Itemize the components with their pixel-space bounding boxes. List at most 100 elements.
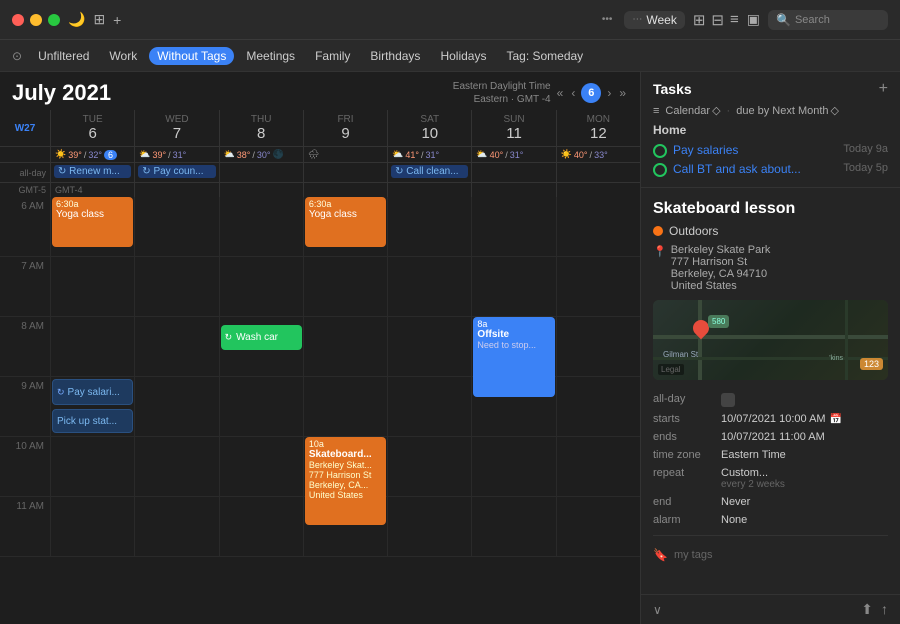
filter-tag-someday[interactable]: Tag: Someday [498,47,591,65]
close-button[interactable] [12,14,24,26]
task-time-bt: Today 5p [843,162,888,174]
sidebar-icon[interactable]: ▣ [747,11,760,28]
time-cell-sat-9[interactable] [387,377,471,436]
time-cell-sat-10[interactable] [387,437,471,496]
time-cell-tue-9[interactable]: ↻ Pay salari... Pick up stat... [50,377,134,436]
weather-mon: ☀️ 40°/33° [556,147,640,162]
filter-without-tags[interactable]: Without Tags [149,47,234,65]
event-yoga-tue[interactable]: 6:30a Yoga class [52,197,133,247]
allday-event-pay[interactable]: ↻ Pay coun... [138,165,215,178]
time-cell-mon-8[interactable] [556,317,640,376]
filterbar: ⊙ Unfiltered Work Without Tags Meetings … [0,40,900,72]
time-cell-mon-6[interactable] [556,197,640,256]
filter-holidays[interactable]: Holidays [432,47,494,65]
nav-forward-forward[interactable]: » [617,86,628,100]
time-cell-sun-6[interactable] [471,197,555,256]
task-pay-salaries[interactable]: Pay salaries Today 9a [653,141,888,160]
time-label-10am: 10 AM [0,437,50,496]
time-cell-wed-8[interactable] [134,317,218,376]
location-line4: United States [671,280,771,292]
today-button[interactable]: 6 [581,83,601,103]
add-icon[interactable]: + [113,12,121,28]
time-cell-mon-10[interactable] [556,437,640,496]
tags-row[interactable]: 🔖 my tags [653,542,888,568]
time-cell-mon-9[interactable] [556,377,640,436]
time-cell-sat-8[interactable] [387,317,471,376]
time-cell-sun-7[interactable] [471,257,555,316]
time-cell-fri-7[interactable] [303,257,387,316]
minimize-button[interactable] [30,14,42,26]
allday-event-call[interactable]: ↻ Call clean... [391,165,468,178]
time-cell-thu-8[interactable]: ↻ Wash car [219,317,303,376]
time-cell-sun-11[interactable] [471,497,555,556]
time-cell-sun-8[interactable]: 8a Offsite Need to stop... [471,317,555,376]
event-yoga-fri[interactable]: 6:30a Yoga class [305,197,386,247]
time-cell-fri-8[interactable] [303,317,387,376]
time-cell-thu-10[interactable] [219,437,303,496]
filter-work[interactable]: Work [101,47,145,65]
tasks-add-button[interactable]: + [879,80,888,98]
week-view-selector[interactable]: ⋯ Week [624,11,684,29]
task-call-bt[interactable]: Call BT and ask about... Today 5p [653,160,888,179]
detail-ends: ends 10/07/2021 11:00 AM [653,428,888,446]
event-offsite[interactable]: 8a Offsite Need to stop... [473,317,554,397]
time-cell-wed-11[interactable] [134,497,218,556]
share-icon[interactable]: ⬆ [861,601,873,618]
time-cell-tue-7[interactable] [50,257,134,316]
allday-sat: ↻ Call clean... [387,163,471,182]
time-cell-sat-7[interactable] [387,257,471,316]
allday-event-renew[interactable]: ↻ Renew m... [54,165,131,178]
filter-family[interactable]: Family [307,47,358,65]
time-cell-tue-11[interactable] [50,497,134,556]
time-cell-mon-7[interactable] [556,257,640,316]
starts-label: starts [653,413,713,425]
time-cell-thu-11[interactable] [219,497,303,556]
grid-icon[interactable]: ⊞ [693,11,706,29]
time-grid: 6 AM 6:30a Yoga class 6:30a Yoga class [0,197,640,624]
time-cell-fri-6[interactable]: 6:30a Yoga class [303,197,387,256]
search-box[interactable]: 🔍 Search [768,10,888,30]
calendar-icon[interactable]: 📅 [830,414,842,425]
nav-back[interactable]: ‹ [569,86,577,100]
time-cell-thu-7[interactable] [219,257,303,316]
event-pickup-stat[interactable]: Pick up stat... [52,409,133,433]
time-cell-mon-11[interactable] [556,497,640,556]
time-cell-wed-7[interactable] [134,257,218,316]
chevron-down-icon[interactable]: ∨ [653,603,662,617]
time-cell-sat-11[interactable] [387,497,471,556]
nav-forward[interactable]: › [605,86,613,100]
window-icon[interactable]: ⊞ [93,11,105,28]
time-cell-wed-10[interactable] [134,437,218,496]
event-skateboard[interactable]: 10a Skateboard... Berkeley Skat... 777 H… [305,437,386,525]
event-pay-salaries[interactable]: ↻ Pay salari... [52,379,133,405]
event-wash-car[interactable]: ↻ Wash car [221,325,302,350]
time-cell-sun-10[interactable] [471,437,555,496]
filter-unfiltered[interactable]: Unfiltered [30,47,97,65]
time-cell-sat-6[interactable] [387,197,471,256]
calendar-nav: Eastern Daylight Time Eastern · GMT -4 «… [453,80,628,106]
gmt-cell-7 [556,183,640,197]
tasks-filter-calendar[interactable]: Calendar ◇ [665,104,720,117]
time-cell-fri-10[interactable]: 10a Skateboard... Berkeley Skat... 777 H… [303,437,387,496]
allday-checkbox[interactable] [721,393,735,407]
apps-icon[interactable]: ⊟ [711,11,724,29]
nav-back-back[interactable]: « [555,86,566,100]
detail-repeat: repeat Custom... every 2 weeks [653,464,888,493]
map-thumbnail[interactable]: 580 Gilman St 'kins 123 Legal [653,300,888,380]
time-cell-wed-9[interactable] [134,377,218,436]
end-label: end [653,496,713,508]
filter-birthdays[interactable]: Birthdays [362,47,428,65]
time-label-9am: 9 AM [0,377,50,436]
time-cell-thu-9[interactable] [219,377,303,436]
maximize-button[interactable] [48,14,60,26]
time-cell-wed-6[interactable] [134,197,218,256]
time-cell-tue-8[interactable] [50,317,134,376]
time-cell-tue-10[interactable] [50,437,134,496]
time-cell-thu-6[interactable] [219,197,303,256]
list-icon[interactable]: ≡ [730,11,739,29]
time-cell-fri-9[interactable] [303,377,387,436]
time-cell-tue-6[interactable]: 6:30a Yoga class [50,197,134,256]
tasks-filter-due[interactable]: due by Next Month ◇ [736,104,839,117]
filter-meetings[interactable]: Meetings [238,47,303,65]
export-icon[interactable]: ↑ [881,601,888,618]
